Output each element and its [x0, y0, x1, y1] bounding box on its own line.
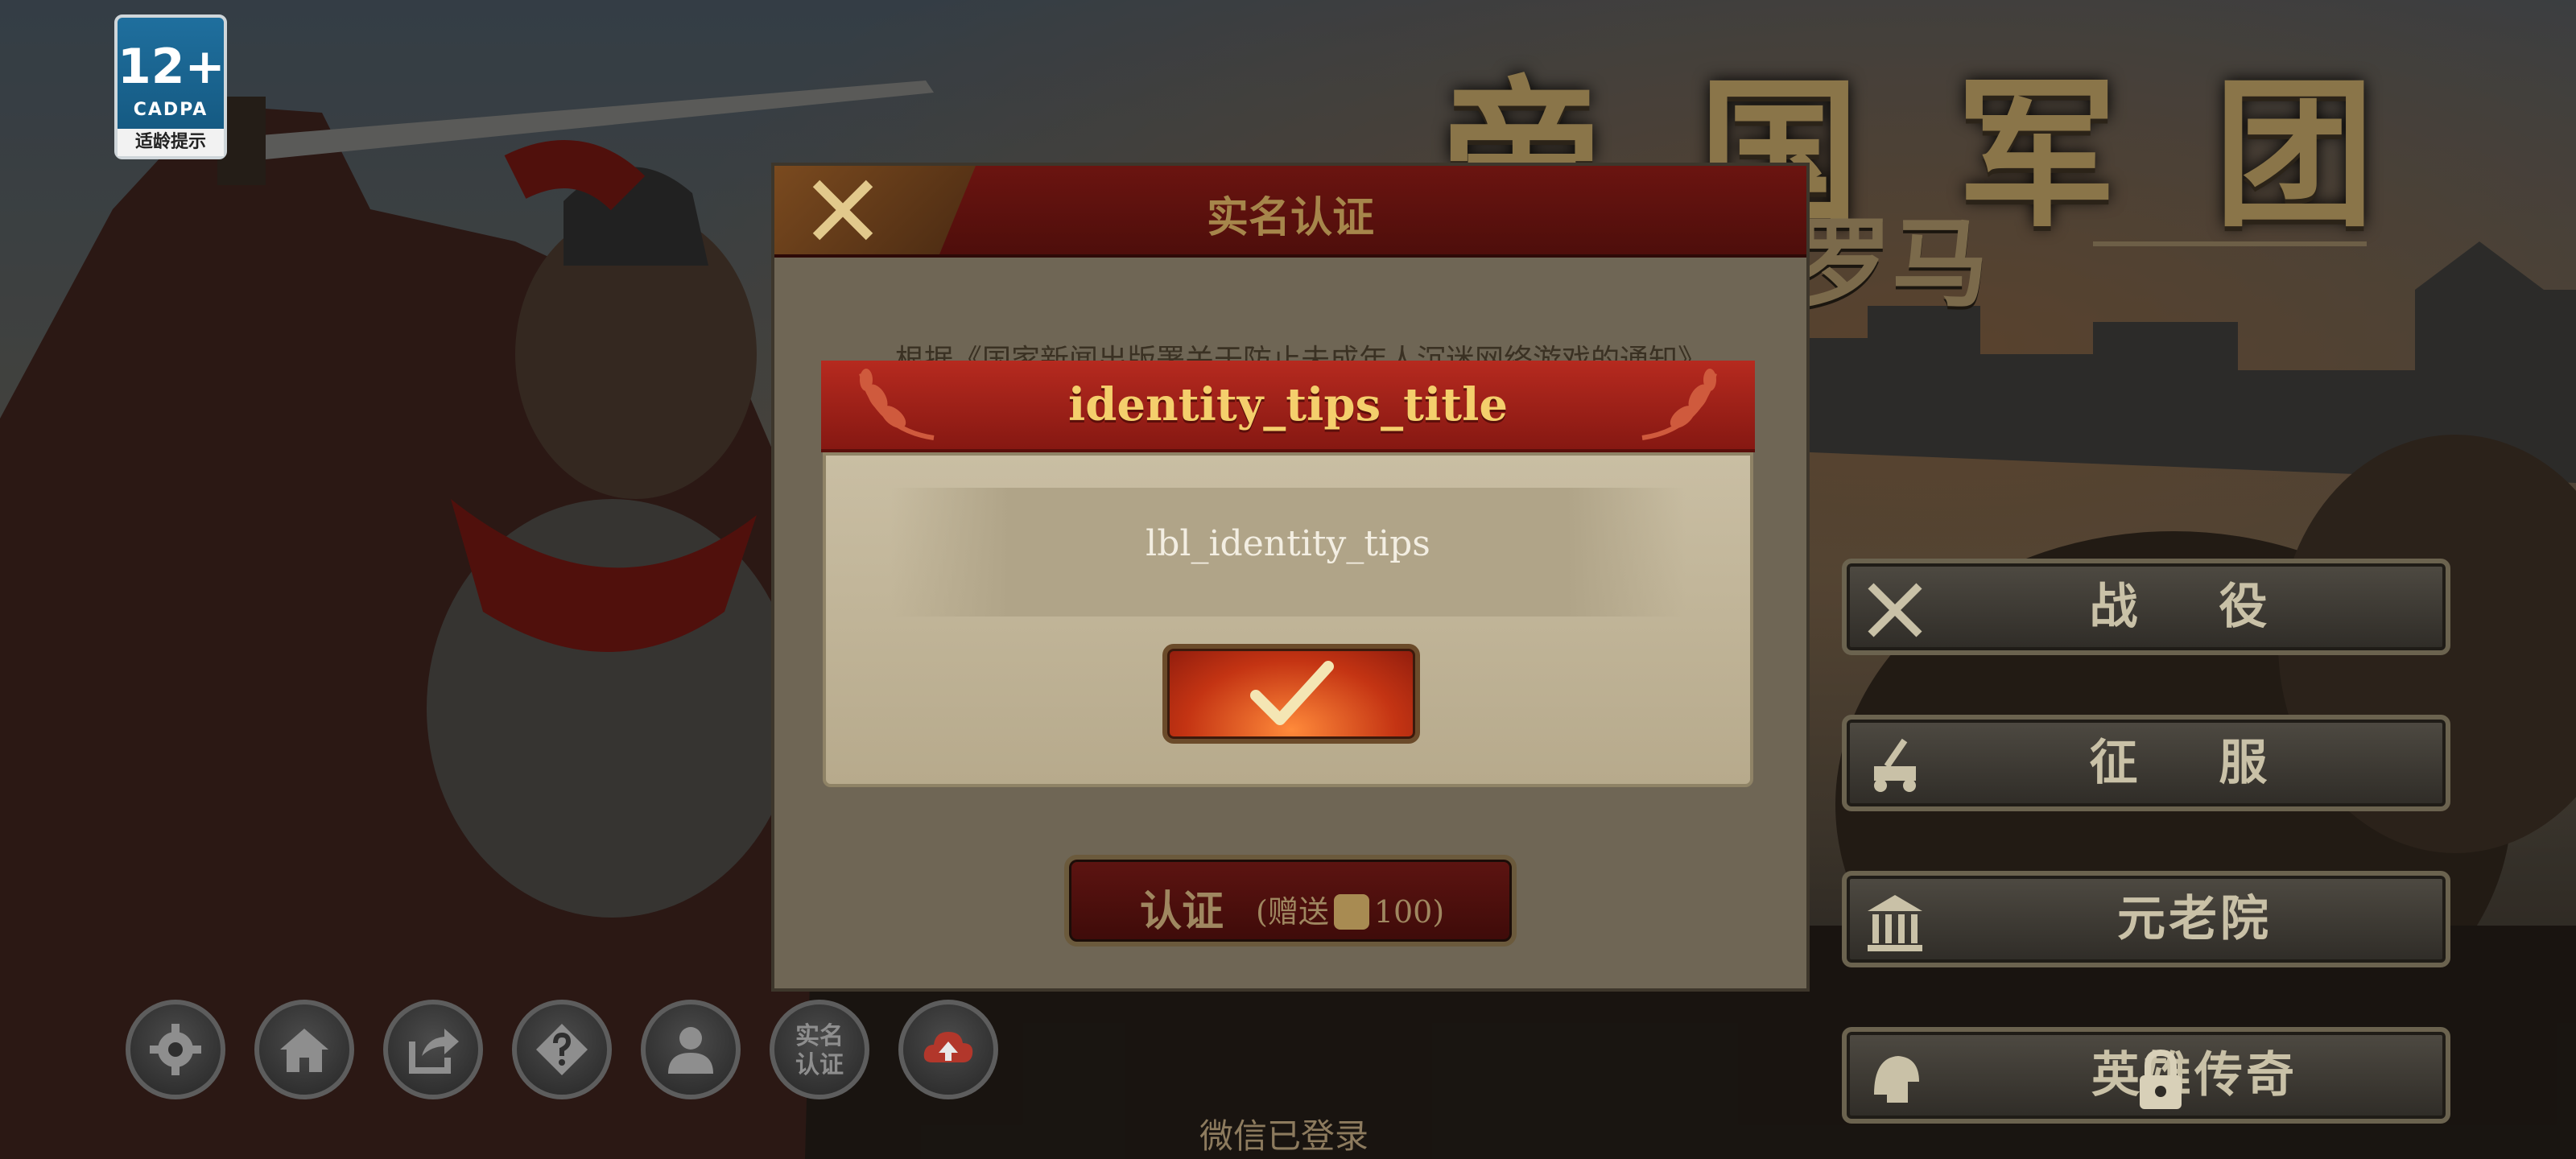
lock-icon — [2140, 1049, 2182, 1109]
home-icon — [280, 1029, 328, 1072]
menu-campaign-label: 战 役 — [2089, 579, 2300, 635]
real-name-button[interactable]: 实名 认证 — [770, 1000, 869, 1099]
popup-title: identity_tips_title — [1067, 378, 1509, 431]
real-name-button-label: 实名 认证 — [795, 1022, 844, 1079]
confirm-button[interactable] — [1162, 644, 1420, 744]
popup-message: lbl_identity_tips — [1146, 523, 1430, 564]
wechat-login-status: 微信已登录 — [1199, 1116, 1369, 1156]
certify-button[interactable]: 认证 (赠送 100) — [1064, 855, 1517, 947]
menu-conquest-button[interactable]: 征 服 — [1842, 715, 2450, 811]
menu-conquest-label: 征 服 — [2089, 735, 2300, 791]
menu-hero-legend-label: 英雄传奇 — [2091, 1047, 2297, 1103]
gift-amount: 100) — [1373, 894, 1445, 930]
home-button[interactable] — [254, 1000, 354, 1099]
age-tip: 适龄提示 — [118, 129, 224, 156]
rating-org: CADPA — [133, 100, 208, 120]
cloud-save-button[interactable] — [898, 1000, 998, 1099]
certify-gift: (赠送 100) — [1256, 887, 1444, 933]
checkmark-icon — [1250, 661, 1334, 725]
gift-prefix: (赠送 — [1256, 894, 1329, 930]
popup-body: lbl_identity_tips — [823, 452, 1753, 787]
help-button[interactable] — [512, 1000, 612, 1099]
share-icon — [409, 1029, 459, 1074]
share-button[interactable] — [383, 1000, 483, 1099]
close-icon — [812, 179, 873, 241]
user-icon — [668, 1027, 713, 1074]
laurel-right-icon — [1641, 369, 1717, 440]
realname-dialog-header: 实名认证 — [774, 166, 1806, 258]
cloud-upload-icon — [923, 1032, 973, 1062]
age-rating-badge: 12+ CADPA 适龄提示 — [114, 14, 227, 159]
game-subtitle: 罗马 — [1795, 207, 1988, 320]
account-button[interactable] — [641, 1000, 741, 1099]
coin-icon — [1333, 893, 1369, 930]
settings-button[interactable] — [126, 1000, 225, 1099]
menu-senate-button[interactable]: 元老院 — [1842, 871, 2450, 967]
help-icon — [536, 1024, 588, 1075]
menu-campaign-button[interactable]: 战 役 — [1842, 559, 2450, 655]
certify-label: 认证 — [1140, 887, 1224, 936]
popup-header: identity_tips_title — [821, 361, 1755, 452]
menu-senate-label: 元老院 — [2117, 891, 2272, 947]
subtitle-divider — [2093, 241, 2367, 246]
age-rating: 12+ — [118, 39, 225, 95]
identity-tips-popup: identity_tips_title lbl_identity_tips — [821, 361, 1755, 790]
helmet-icon — [1874, 1056, 1919, 1103]
menu-hero-legend-button[interactable]: 英雄传奇 — [1842, 1027, 2450, 1124]
gear-icon — [150, 1024, 201, 1075]
crossed-swords-icon — [1868, 583, 1922, 637]
catapult-icon — [1874, 738, 1916, 792]
temple-icon — [1868, 895, 1922, 951]
